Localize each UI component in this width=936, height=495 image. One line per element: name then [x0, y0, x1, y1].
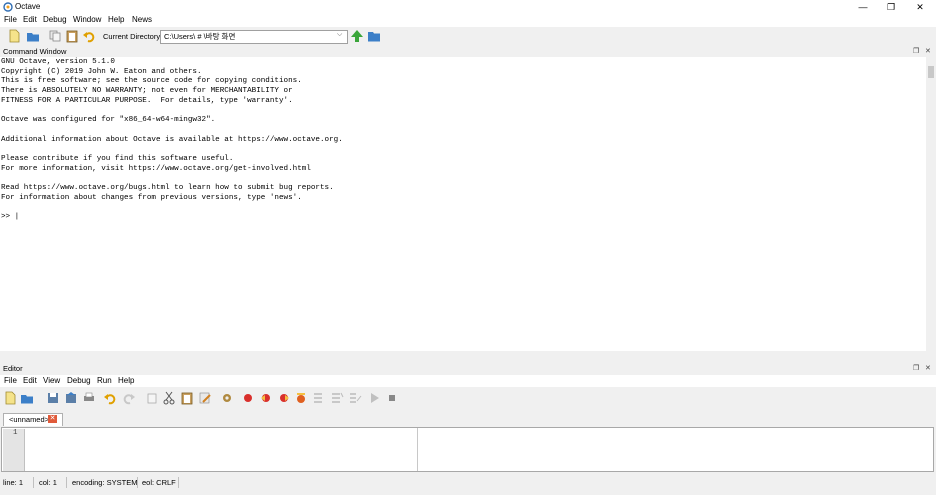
remove-breakpoints-icon[interactable]	[294, 391, 308, 405]
restore-button[interactable]: ❐	[876, 1, 906, 13]
editor-tab-bar: <unnamed> ✕	[0, 412, 936, 427]
settings-gear-icon[interactable]	[220, 391, 234, 405]
status-separator	[137, 477, 138, 488]
command-prompt[interactable]: >> |	[1, 213, 343, 223]
output-line: Read https://www.octave.org/bugs.html to…	[1, 184, 334, 193]
status-separator	[33, 477, 34, 488]
close-panel-icon[interactable]: ✕	[925, 364, 931, 372]
menu-debug[interactable]: Debug	[43, 15, 67, 24]
new-script-icon[interactable]	[7, 29, 21, 43]
copy-icon[interactable]	[145, 391, 159, 405]
previous-breakpoint-icon[interactable]	[277, 391, 291, 405]
status-separator	[178, 477, 179, 488]
menu-help[interactable]: Help	[108, 15, 124, 24]
editor-text-area[interactable]: 1	[1, 427, 934, 472]
menu-edit[interactable]: Edit	[23, 15, 37, 24]
menu-news[interactable]: News	[132, 15, 152, 24]
save-icon[interactable]	[46, 391, 60, 405]
new-file-icon[interactable]	[3, 391, 17, 405]
continue-play-icon[interactable]	[367, 391, 381, 405]
step-icon[interactable]	[312, 391, 326, 405]
main-menu-bar: File Edit Debug Window Help News	[0, 14, 936, 27]
editor-menu-bar: File Edit View Debug Run Help	[0, 375, 936, 387]
current-directory-label: Current Directory:	[103, 32, 163, 41]
open-file-icon[interactable]	[20, 391, 34, 405]
menu-file[interactable]: File	[4, 15, 17, 24]
current-directory-input[interactable]: C:\Users\ # \바탕 화면	[160, 30, 348, 44]
command-window-title: Command Window	[3, 47, 67, 56]
line-number: 1	[13, 429, 18, 437]
output-line: GNU Octave, version 5.1.0	[1, 58, 115, 66]
editor-menu-view[interactable]: View	[43, 376, 60, 385]
main-toolbar: Current Directory: C:\Users\ # \바탕 화면 ⌵	[0, 27, 936, 46]
output-line: FITNESS FOR A PARTICULAR PURPOSE. For de…	[1, 96, 293, 105]
breakpoint-icon[interactable]	[241, 391, 255, 405]
parent-directory-up-arrow-icon[interactable]	[350, 29, 364, 43]
step-out-icon[interactable]	[348, 391, 362, 405]
editor-menu-help[interactable]: Help	[118, 376, 134, 385]
editor-menu-edit[interactable]: Edit	[23, 376, 37, 385]
command-window-header: Command Window ❐ ✕	[0, 47, 936, 57]
scrollbar-thumb[interactable]	[928, 66, 934, 78]
paste-icon[interactable]	[180, 391, 194, 405]
status-bar: line: 1 col: 1 encoding: SYSTEM eol: CRL…	[0, 476, 936, 490]
command-window[interactable]: GNU Octave, version 5.1.0 Copyright (C) 2…	[0, 57, 926, 351]
editor-toolbar	[0, 389, 936, 409]
status-line: line: 1	[3, 478, 24, 487]
status-eol: eol: CRLF	[142, 478, 176, 487]
output-line: Octave was configured for "x86_64-w64-mi…	[1, 116, 216, 125]
tab-label: <unnamed>	[9, 415, 50, 424]
status-separator	[66, 477, 67, 488]
chevron-down-icon[interactable]: ⌵	[337, 31, 342, 39]
editor-menu-run[interactable]: Run	[97, 376, 112, 385]
edit-icon[interactable]	[198, 391, 212, 405]
vertical-scrollbar[interactable]	[926, 57, 936, 351]
open-folder-icon[interactable]	[26, 29, 40, 43]
output-line: This is free software; see the source co…	[1, 77, 302, 86]
menu-window[interactable]: Window	[73, 15, 101, 24]
command-output: GNU Octave, version 5.1.0 Copyright (C) 2…	[1, 58, 343, 223]
next-breakpoint-icon[interactable]	[259, 391, 273, 405]
editor-menu-debug[interactable]: Debug	[67, 376, 91, 385]
output-line: Additional information about Octave is a…	[1, 135, 343, 144]
output-line: Please contribute if you find this softw…	[1, 155, 234, 164]
output-line: There is ABSOLUTELY NO WARRANTY; not eve…	[1, 87, 293, 96]
editor-header: Editor ❐ ✕	[0, 364, 936, 374]
undock-icon[interactable]: ❐	[913, 364, 919, 372]
editor-menu-file[interactable]: File	[4, 376, 17, 385]
browse-folder-icon[interactable]	[367, 29, 381, 43]
stop-icon[interactable]	[385, 391, 399, 405]
paste-icon[interactable]	[65, 29, 79, 43]
octave-logo-icon	[3, 2, 13, 12]
close-button[interactable]: ✕	[905, 1, 935, 13]
close-panel-icon[interactable]: ✕	[925, 47, 931, 55]
long-line-marker	[417, 428, 418, 471]
undo-icon[interactable]	[103, 391, 117, 405]
status-col: col: 1	[39, 478, 57, 487]
title-bar: Octave — ❐ ✕	[0, 0, 936, 14]
horizontal-scrollbar[interactable]	[0, 351, 936, 360]
output-line: Copyright (C) 2019 John W. Eaton and oth…	[1, 67, 202, 76]
minimize-button[interactable]: —	[848, 1, 878, 13]
undo-icon[interactable]	[82, 29, 96, 43]
status-encoding: encoding: SYSTEM	[72, 478, 138, 487]
copy-icon[interactable]	[48, 29, 62, 43]
output-line: For more information, visit https://www.…	[1, 164, 311, 173]
window-title: Octave	[15, 2, 41, 11]
tab-close-icon[interactable]: ✕	[48, 415, 57, 423]
print-icon[interactable]	[82, 391, 96, 405]
editor-title: Editor	[3, 364, 23, 373]
undock-icon[interactable]: ❐	[913, 47, 919, 55]
redo-icon[interactable]	[122, 391, 136, 405]
save-as-icon[interactable]	[64, 391, 78, 405]
step-in-icon[interactable]	[330, 391, 344, 405]
cut-icon[interactable]	[162, 391, 176, 405]
output-line: For information about changes from previ…	[1, 193, 302, 202]
